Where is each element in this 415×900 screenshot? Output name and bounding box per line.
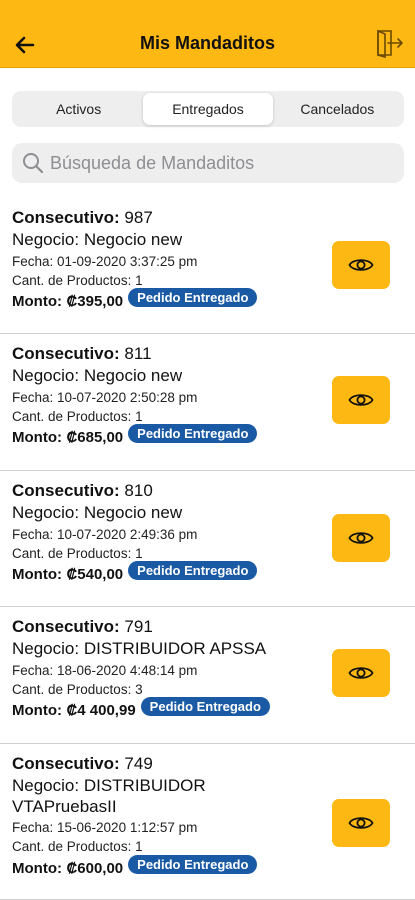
consecutivo-value: 791 (124, 617, 153, 636)
monto-label: Monto: (12, 702, 62, 720)
status-badge: Pedido Entregado (140, 697, 270, 717)
view-order-button[interactable] (332, 649, 390, 697)
search-bar (12, 143, 404, 183)
tab-cancelados[interactable]: Cancelados (273, 93, 402, 125)
consecutivo-label: Consecutivo: (12, 754, 120, 773)
eye-icon (348, 532, 374, 544)
monto-value: ₡685,00 (66, 429, 124, 447)
view-order-button[interactable] (332, 241, 390, 289)
view-order-button[interactable] (332, 514, 390, 562)
order-card: Consecutivo: 810 Negocio: Negocio new Fe… (0, 471, 415, 607)
consecutivo-value: 811 (124, 344, 152, 363)
monto-row: Monto: ₡540,00 Pedido Entregado (12, 561, 403, 592)
monto-value: ₡600,00 (66, 859, 124, 877)
order-card: Consecutivo: 987 Negocio: Negocio new Fe… (0, 198, 415, 334)
consecutivo-label: Consecutivo: (12, 617, 120, 636)
monto-label: Monto: (12, 566, 62, 584)
consecutivo-label: Consecutivo: (12, 208, 120, 227)
monto-value: ₡395,00 (66, 293, 124, 311)
status-badge: Pedido Entregado (128, 561, 258, 581)
arrow-left-icon (15, 36, 35, 54)
eye-icon (348, 259, 374, 271)
consecutivo-line: Consecutivo: 791 (12, 617, 403, 637)
view-order-button[interactable] (332, 799, 390, 847)
status-badge: Pedido Entregado (128, 424, 258, 444)
status-badge: Pedido Entregado (128, 288, 258, 308)
logout-icon (377, 29, 403, 58)
view-order-button[interactable] (332, 376, 390, 424)
consecutivo-value: 987 (124, 208, 153, 227)
monto-row: Monto: ₡395,00 Pedido Entregado (12, 288, 403, 319)
monto-value: ₡540,00 (66, 566, 124, 584)
tab-activos[interactable]: Activos (14, 93, 143, 125)
monto-label: Monto: (12, 293, 62, 311)
orders-list: Consecutivo: 987 Negocio: Negocio new Fe… (0, 198, 415, 900)
consecutivo-value: 810 (124, 481, 153, 500)
consecutivo-line: Consecutivo: 810 (12, 481, 403, 501)
status-badge: Pedido Entregado (128, 854, 258, 874)
monto-label: Monto: (12, 859, 62, 877)
monto-row: Monto: ₡600,00 Pedido Entregado (12, 854, 403, 886)
order-card: Consecutivo: 791 Negocio: DISTRIBUIDOR A… (0, 607, 415, 744)
order-card: Consecutivo: 811 Negocio: Negocio new Fe… (0, 334, 415, 471)
back-button[interactable] (10, 30, 40, 60)
consecutivo-line: Consecutivo: 749 (12, 754, 403, 774)
page-title: Mis Mandaditos (139, 33, 275, 53)
consecutivo-value: 749 (124, 754, 153, 773)
monto-row: Monto: ₡4 400,99 Pedido Entregado (12, 697, 403, 728)
consecutivo-label: Consecutivo: (12, 481, 120, 500)
monto-row: Monto: ₡685,00 Pedido Entregado (12, 424, 403, 455)
eye-icon (348, 817, 374, 829)
tab-entregados[interactable]: Entregados (143, 93, 273, 125)
monto-label: Monto: (12, 429, 62, 447)
status-segmented-control: Activos Entregados Cancelados (12, 91, 404, 127)
logout-button[interactable] (373, 26, 405, 60)
eye-icon (348, 667, 374, 679)
search-icon (23, 153, 44, 174)
order-card: Consecutivo: 749 Negocio: DISTRIBUIDOR V… (0, 744, 415, 900)
consecutivo-line: Consecutivo: 811 (12, 344, 403, 364)
negocio-text: Negocio: DISTRIBUIDOR VTAPruebasII (12, 776, 206, 816)
search-input[interactable] (50, 152, 390, 174)
consecutivo-line: Consecutivo: 987 (12, 208, 403, 228)
app-header: Mis Mandaditos (0, 0, 415, 68)
consecutivo-label: Consecutivo: (12, 344, 120, 363)
monto-value: ₡4 400,99 (66, 702, 136, 720)
eye-icon (348, 394, 374, 406)
